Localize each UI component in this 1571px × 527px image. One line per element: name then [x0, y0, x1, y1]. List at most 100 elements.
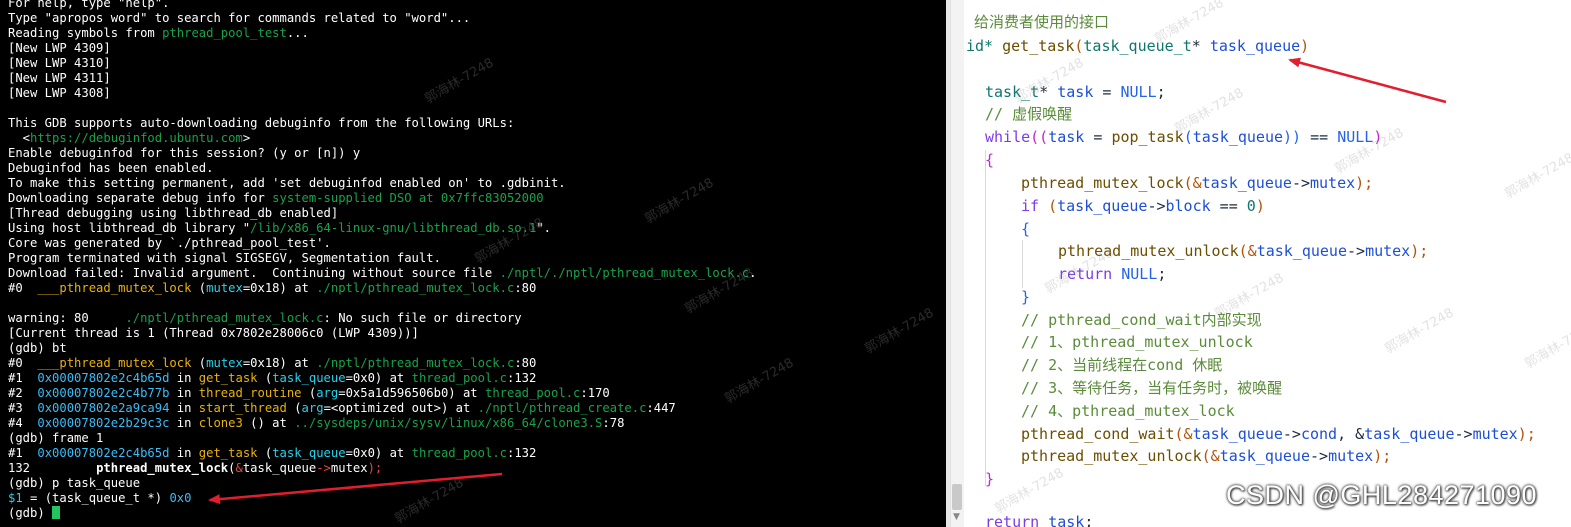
variable: task_queue	[1364, 425, 1455, 443]
paren: );	[1373, 447, 1392, 465]
paren: (	[1039, 197, 1058, 215]
frame-file: ./nptl/pthread_mutex_lock.c	[316, 281, 515, 295]
help-text: For help, type "help".	[8, 0, 170, 10]
frame-args-open: (	[257, 371, 273, 385]
variable: task_queue	[1256, 242, 1347, 260]
null-keyword: NULL	[1120, 83, 1157, 101]
frame-number: #4	[8, 416, 38, 430]
code-line: }	[1021, 286, 1030, 308]
frame-number: #1	[8, 371, 38, 385]
pointer-star: *	[1039, 83, 1058, 101]
frame-line-number: :80	[514, 281, 537, 295]
gdb-command-line: (gdb) bt	[8, 341, 67, 356]
frame-file: ./nptl/pthread_create.c	[477, 401, 647, 415]
brace: }	[985, 470, 995, 488]
frame-arg-value: () at	[242, 416, 295, 430]
frame-file: thread_pool.c	[411, 446, 507, 460]
frame-function: get_task	[198, 446, 258, 460]
arrow-operator: ->	[1310, 447, 1329, 465]
scroll-down-icon[interactable]: ▼	[953, 512, 961, 522]
frame-args-open: (	[257, 446, 273, 460]
current-thread-text: [Current thread is 1 (Thread 0x7802e2800…	[8, 326, 419, 340]
function-call: pthread_mutex_lock	[1021, 174, 1184, 192]
reading-suffix: ...	[286, 26, 309, 40]
gdb-terminal[interactable]: For help, type "help". Type "apropos wor…	[0, 0, 946, 527]
terminal-line: Reading symbols from pthread_pool_test..…	[8, 26, 309, 41]
comment: 给消费者使用的接口	[974, 13, 1110, 31]
frame-line: #1 0x00007802e2c4b65d in get_task (task_…	[8, 446, 536, 461]
source-var: task_queue	[242, 461, 317, 475]
code-line: pthread_mutex_unlock(&task_queue->mutex)…	[1021, 445, 1391, 467]
semicolon: ;	[1157, 265, 1167, 283]
code-editor[interactable]: 给消费者使用的接口 id* get_task(task_queue_t* tas…	[964, 0, 1571, 527]
frame-arg-value: =0x18) at	[242, 356, 317, 370]
terminal-line: <https://debuginfod.ubuntu.com>	[8, 131, 250, 146]
source-line-number: 132	[8, 461, 97, 475]
code-line-comment: // 3、等待任务，当有任务时，被唤醒	[1021, 377, 1282, 399]
frame-line-number: :78	[602, 416, 625, 430]
arrow-operator: ->	[1282, 425, 1301, 443]
variable: task_queue	[1192, 425, 1283, 443]
terminal-line: Type "apropos word" to search for comman…	[8, 11, 470, 26]
gdb-bt-command: (gdb) bt	[8, 341, 67, 355]
thread-debug-text: [Thread debugging using libthread_db ena…	[8, 206, 339, 220]
paren: (&	[1201, 447, 1220, 465]
frame-arg-value: =0x0) at	[345, 446, 412, 460]
backtrace-line: #2 0x00007802e2c4b77b in thread_routine …	[8, 386, 610, 401]
pointer-star: *	[1191, 37, 1210, 55]
arrow-operator: ->	[1347, 242, 1366, 260]
source-amp: &	[235, 461, 243, 475]
frame-number: #2	[8, 386, 38, 400]
frame-line-number: :170	[580, 386, 610, 400]
indent-guide	[985, 150, 986, 486]
url-close: >	[242, 131, 251, 145]
code-line: pthread_mutex_unlock(&task_queue->mutex)…	[1058, 240, 1428, 262]
terminal-line: Program terminated with signal SIGSEGV, …	[8, 251, 441, 266]
variable: task_queue	[1057, 197, 1148, 215]
code-line: pthread_cond_wait(&task_queue->cond, &ta…	[1021, 423, 1536, 445]
url-open: <	[8, 131, 31, 145]
field: mutex	[1328, 447, 1374, 465]
gdb-prompt-line[interactable]: (gdb)	[8, 506, 61, 521]
terminal-line: Core was generated by `./pthread_pool_te…	[8, 236, 331, 251]
frame-address: 0x00007802e2c4b65d	[37, 371, 170, 385]
code-line: return NULL;	[1058, 263, 1166, 285]
enabled-text: Debuginfod has been enabled.	[8, 161, 214, 175]
gdb-frame-command: (gdb) frame 1	[8, 431, 104, 445]
print-result-line: $1 = (task_queue_t *) 0x0	[8, 491, 191, 506]
terminal-line: Enable debuginfod for this session? (y o…	[8, 146, 360, 161]
terminal-line: [New LWP 4310]	[8, 56, 111, 71]
type: task_t	[985, 83, 1040, 101]
frame-arg-value: =0x0) at	[345, 371, 412, 385]
frame-arg: mutex	[206, 356, 243, 370]
frame-in: in	[169, 416, 199, 430]
frame-function: clone3	[198, 416, 243, 430]
terminal-line: Debuginfod has been enabled.	[8, 161, 213, 176]
backtrace-line: #1 0x00007802e2c4b65d in get_task (task_…	[8, 371, 536, 386]
debuginfod-url-link[interactable]: https://debuginfod.ubuntu.com	[30, 131, 243, 145]
libthread-path: /lib/x86_64-linux-gnu/libthread_db.so.1	[250, 221, 537, 235]
semicolon: ;	[1084, 513, 1094, 527]
scrollbar-thumb[interactable]	[952, 484, 962, 510]
editor-scrollbar[interactable]	[950, 0, 965, 527]
code-line-comment: 给消费者使用的接口	[974, 11, 1109, 33]
code-line: }	[985, 468, 994, 490]
comment: // 虚假唤醒	[985, 105, 1073, 123]
terminated-text: Program terminated with signal SIGSEGV, …	[8, 251, 441, 265]
dso-prefix: Downloading separate debug info for	[8, 191, 273, 205]
keyword: return	[985, 513, 1040, 527]
core-text: Core was generated by `./pthread_pool_te…	[8, 236, 331, 250]
keyword: if	[1021, 197, 1040, 215]
terminal-line: [New LWP 4309]	[8, 41, 111, 56]
frame-args-open: (	[191, 356, 207, 370]
variable: task	[1057, 83, 1094, 101]
operator: ==	[1210, 197, 1247, 215]
frame-number: #0	[8, 281, 38, 295]
backtrace-line: #4 0x00007802e2b29c3c in clone3 () at ..…	[8, 416, 624, 431]
frame-arg: mutex	[206, 281, 243, 295]
field: mutex	[1472, 425, 1518, 443]
field: mutex	[1310, 174, 1356, 192]
operator: =	[1084, 128, 1112, 146]
frame-arg: arg	[316, 386, 339, 400]
param-name: task_queue	[1209, 37, 1301, 55]
